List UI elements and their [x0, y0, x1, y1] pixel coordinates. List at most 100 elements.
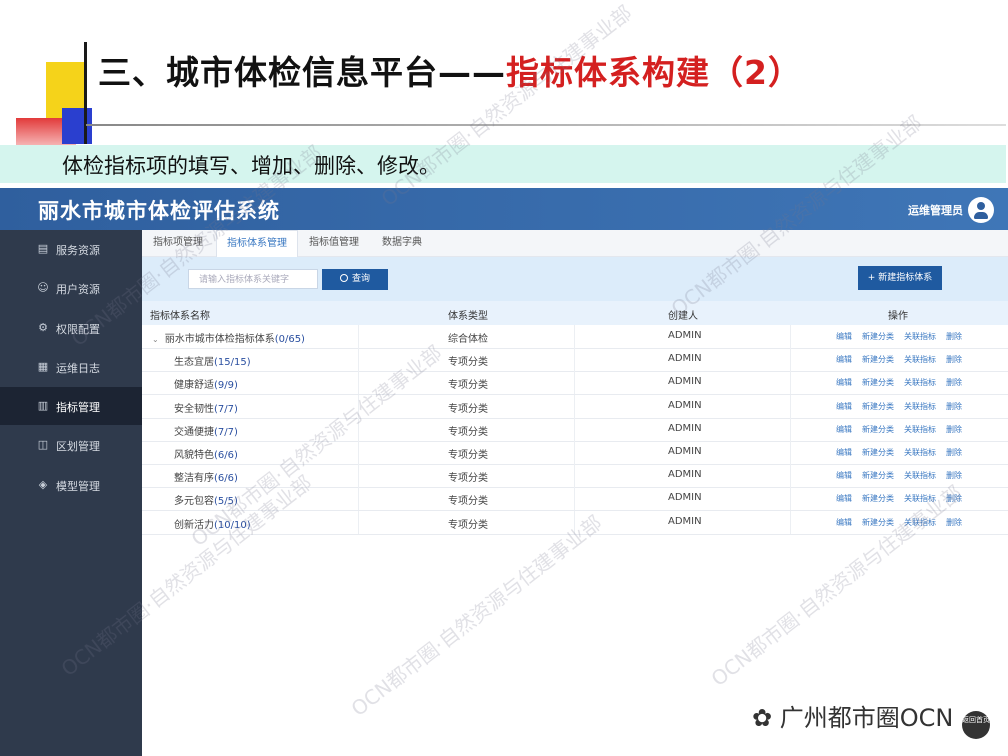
tab-bar: 指标项管理 指标体系管理 指标值管理 数据字典: [142, 230, 1008, 257]
table-row[interactable]: 生态宜居(15/15) 专项分类 ADMIN 编辑 新建分类 关联指标 删除: [142, 348, 1008, 373]
edit-link[interactable]: 编辑: [836, 447, 852, 458]
link-indicator-link[interactable]: 关联指标: [904, 424, 936, 435]
link-indicator-link[interactable]: 关联指标: [904, 470, 936, 481]
new-category-link[interactable]: 新建分类: [862, 354, 894, 365]
tab-data-dictionary[interactable]: 数据字典: [370, 230, 434, 256]
edit-link[interactable]: 编辑: [836, 377, 852, 388]
tab-indicator-items[interactable]: 指标项管理: [148, 230, 208, 256]
edit-link[interactable]: 编辑: [836, 354, 852, 365]
new-category-link[interactable]: 新建分类: [862, 447, 894, 458]
edit-link[interactable]: 编辑: [836, 517, 852, 528]
sidebar-item-user-resources[interactable]: ☺ 用户资源: [0, 269, 142, 307]
column-divider: [574, 371, 575, 395]
link-indicator-link[interactable]: 关联指标: [904, 354, 936, 365]
link-indicator-link[interactable]: 关联指标: [904, 447, 936, 458]
new-category-link[interactable]: 新建分类: [862, 331, 894, 342]
delete-link[interactable]: 删除: [946, 401, 962, 412]
table-row[interactable]: ⌄ 丽水市城市体检指标体系(0/65) 综合体检 ADMIN 编辑 新建分类 关联指标 删除: [142, 325, 1008, 349]
search-input[interactable]: 请输入指标体系关键字: [188, 269, 318, 289]
sidebar-item-ops-log[interactable]: ▦ 运维日志: [0, 348, 142, 386]
table-row[interactable]: 交通便捷(7/7) 专项分类 ADMIN 编辑 新建分类 关联指标 删除: [142, 417, 1008, 442]
new-indicator-system-button[interactable]: + 新建指标体系: [858, 266, 942, 290]
new-category-link[interactable]: 新建分类: [862, 470, 894, 481]
tab-indicator-values[interactable]: 指标值管理: [304, 230, 364, 256]
user-icon: ☺: [37, 281, 49, 294]
delete-link[interactable]: 删除: [946, 447, 962, 458]
table-row[interactable]: 整洁有序(6/6) 专项分类 ADMIN 编辑 新建分类 关联指标 删除: [142, 464, 1008, 489]
column-divider: [574, 487, 575, 511]
delete-link[interactable]: 删除: [946, 517, 962, 528]
row-name: 生态宜居: [174, 357, 214, 369]
edit-link[interactable]: 编辑: [836, 493, 852, 504]
edit-link[interactable]: 编辑: [836, 470, 852, 481]
column-divider: [790, 348, 791, 372]
table-row[interactable]: 健康舒适(9/9) 专项分类 ADMIN 编辑 新建分类 关联指标 删除: [142, 371, 1008, 396]
chevron-down-icon[interactable]: ⌄: [152, 335, 159, 344]
column-divider: [358, 348, 359, 372]
column-divider: [574, 510, 575, 534]
row-count: (6/6): [214, 473, 238, 485]
table-row[interactable]: 安全韧性(7/7) 专项分类 ADMIN 编辑 新建分类 关联指标 删除: [142, 394, 1008, 419]
sidebar-item-permissions[interactable]: ⚙ 权限配置: [0, 309, 142, 347]
row-creator: ADMIN: [668, 353, 702, 365]
new-category-link[interactable]: 新建分类: [862, 493, 894, 504]
sidebar-item-label: 运维日志: [56, 362, 100, 375]
delete-link[interactable]: 删除: [946, 354, 962, 365]
avatar[interactable]: [968, 197, 994, 223]
row-type: 专项分类: [448, 426, 488, 438]
row-type: 综合体检: [448, 334, 488, 345]
search-button[interactable]: 查询: [322, 269, 388, 290]
edit-link[interactable]: 编辑: [836, 424, 852, 435]
edit-link[interactable]: 编辑: [836, 401, 852, 412]
row-creator: ADMIN: [668, 422, 702, 434]
sidebar-item-model-management[interactable]: ◈ 模型管理: [0, 466, 142, 504]
link-indicator-link[interactable]: 关联指标: [904, 517, 936, 528]
row-count: (10/10): [214, 519, 251, 531]
column-divider: [790, 394, 791, 418]
search-button-label: 查询: [351, 274, 370, 284]
new-category-link[interactable]: 新建分类: [862, 377, 894, 388]
sidebar-item-service-resources[interactable]: ▤ 服务资源: [0, 230, 142, 268]
decor-horizontal-line: [86, 124, 1006, 126]
link-indicator-link[interactable]: 关联指标: [904, 377, 936, 388]
wechat-icon: ✿: [752, 704, 780, 732]
sidebar-item-label: 用户资源: [56, 283, 100, 296]
column-divider: [574, 464, 575, 488]
tab-indicator-systems[interactable]: 指标体系管理: [216, 230, 298, 257]
new-category-link[interactable]: 新建分类: [862, 424, 894, 435]
link-indicator-link[interactable]: 关联指标: [904, 401, 936, 412]
delete-link[interactable]: 删除: [946, 331, 962, 342]
sidebar-item-label: 区划管理: [56, 440, 100, 453]
row-creator: ADMIN: [668, 330, 702, 341]
table-row[interactable]: 多元包容(5/5) 专项分类 ADMIN 编辑 新建分类 关联指标 删除: [142, 487, 1008, 512]
app-window: 丽水市城市体检评估系统 运维管理员 ▤ 服务资源 ☺ 用户资源 ⚙ 权限配置 ▦…: [0, 188, 1008, 756]
row-type: 专项分类: [448, 450, 488, 461]
log-icon: ▦: [37, 360, 49, 373]
column-divider: [574, 394, 575, 418]
new-category-link[interactable]: 新建分类: [862, 401, 894, 412]
table-row[interactable]: 创新活力(10/10) 专项分类 ADMIN 编辑 新建分类 关联指标 删除: [142, 510, 1008, 535]
link-indicator-link[interactable]: 关联指标: [904, 331, 936, 342]
column-header-actions: 操作: [888, 311, 908, 322]
edit-link[interactable]: 编辑: [836, 331, 852, 342]
column-divider: [790, 441, 791, 464]
link-indicator-link[interactable]: 关联指标: [904, 493, 936, 504]
row-name-cell: 健康舒适(9/9): [174, 376, 238, 391]
column-divider: [574, 417, 575, 441]
delete-link[interactable]: 删除: [946, 470, 962, 481]
sidebar-item-division-management[interactable]: ◫ 区划管理: [0, 426, 142, 464]
table-row[interactable]: 风貌特色(6/6) 专项分类 ADMIN 编辑 新建分类 关联指标 删除: [142, 441, 1008, 465]
sidebar-item-indicator-management[interactable]: ▥ 指标管理: [0, 387, 142, 425]
delete-link[interactable]: 删除: [946, 493, 962, 504]
row-name: 健康舒适: [174, 380, 214, 392]
delete-link[interactable]: 删除: [946, 377, 962, 388]
delete-link[interactable]: 删除: [946, 424, 962, 435]
home-button[interactable]: 返回首页: [962, 711, 990, 739]
user-name[interactable]: 运维管理员: [908, 202, 963, 218]
row-creator: ADMIN: [668, 469, 702, 481]
new-category-link[interactable]: 新建分类: [862, 517, 894, 528]
row-type: 专项分类: [448, 496, 488, 508]
app-title: 丽水市城市体检评估系统: [38, 199, 280, 223]
row-name-cell: 交通便捷(7/7): [174, 423, 238, 438]
column-divider: [358, 441, 359, 464]
